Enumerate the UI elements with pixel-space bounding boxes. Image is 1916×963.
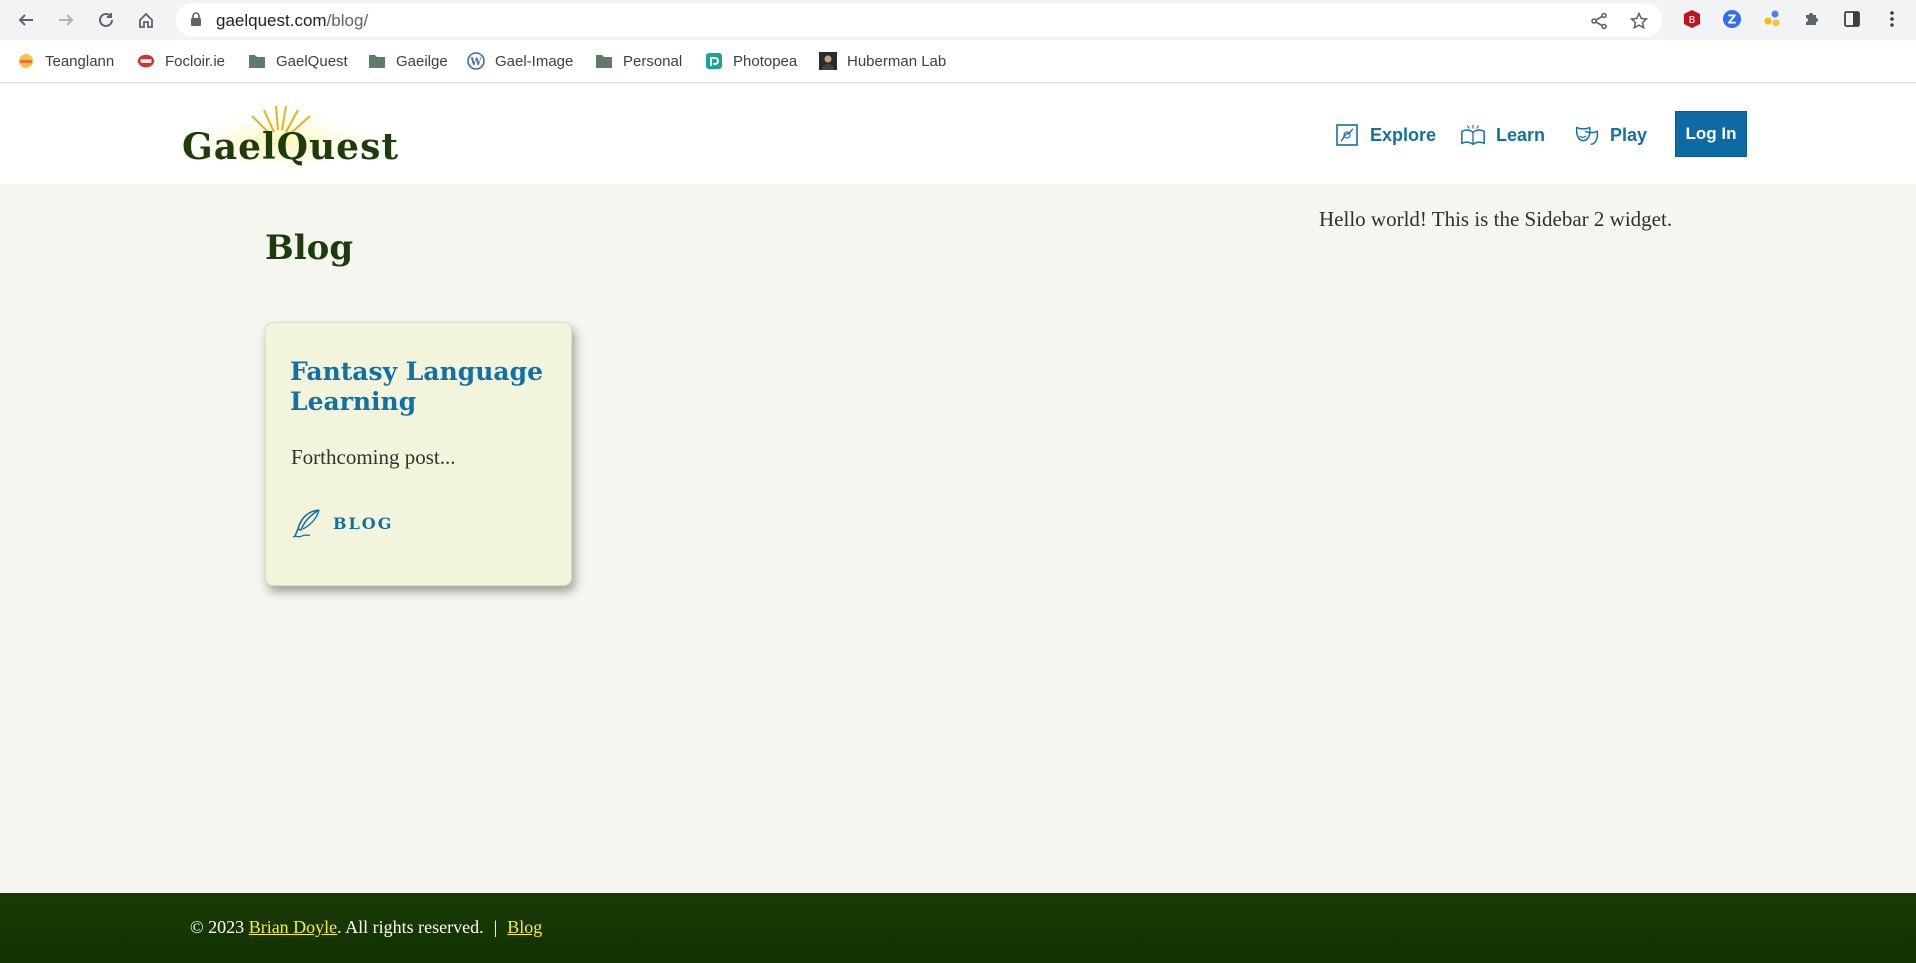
extension-red-shield-icon[interactable]: B: [1681, 8, 1703, 30]
bookmark-personal[interactable]: Personal: [595, 50, 682, 72]
nav-learn[interactable]: Learn: [1460, 120, 1545, 150]
reload-icon[interactable]: [92, 6, 120, 34]
post-category-link[interactable]: BLOG: [291, 507, 393, 539]
logo-wordmark: GaelQuest: [182, 126, 399, 168]
share-icon[interactable]: [1589, 11, 1609, 31]
bookmark-label: Huberman Lab: [847, 52, 947, 70]
site-logo[interactable]: GaelQuest: [178, 102, 398, 168]
svg-text:B: B: [1689, 15, 1696, 26]
kebab-menu-icon[interactable]: [1881, 8, 1903, 30]
post-excerpt: Forthcoming post...: [291, 445, 456, 469]
browser-toolbar: gaelquest.com/blog/ B Z: [0, 0, 1916, 40]
nav-explore[interactable]: Explore: [1334, 120, 1436, 150]
bookmark-gael-image[interactable]: W Gael-Image: [467, 50, 573, 72]
page-title: Blog: [265, 228, 354, 268]
rights-text: . All rights reserved.: [337, 917, 484, 937]
open-book-icon: [1460, 122, 1486, 148]
address-bar[interactable]: gaelquest.com/blog/: [176, 3, 1662, 37]
forward-icon[interactable]: [52, 6, 80, 34]
site-header: GaelQuest Explore Learn Play Log In: [0, 84, 1916, 184]
extension-dots-icon[interactable]: [1761, 8, 1783, 30]
bookmark-star-icon[interactable]: [1629, 11, 1649, 31]
bookmark-label: Personal: [623, 52, 683, 70]
folder-icon: [368, 52, 386, 70]
bookmark-label: Teanglann: [45, 52, 115, 70]
folder-icon: [248, 52, 266, 70]
post-card[interactable]: Fantasy Language Learning Forthcoming po…: [265, 322, 572, 586]
bookmark-label: Photopea: [733, 52, 798, 70]
bookmark-focloir[interactable]: Focloir.ie: [137, 50, 225, 72]
bookmark-gaelquest[interactable]: GaelQuest: [248, 50, 348, 72]
nav-play[interactable]: Play: [1574, 120, 1647, 150]
quill-feather-icon: [291, 507, 323, 539]
category-label: BLOG: [333, 513, 394, 533]
site-footer: © 2023 Brian Doyle. All rights reserved.…: [0, 893, 1916, 963]
theater-masks-icon: [1574, 122, 1600, 148]
sidebar-widget-text: Hello world! This is the Sidebar 2 widge…: [1319, 207, 1673, 231]
url-host: gaelquest.com: [216, 11, 327, 30]
bookmark-teanglann[interactable]: Teanglann: [17, 50, 114, 72]
bookmark-label: Gael-Image: [495, 52, 574, 70]
focloir-icon: [137, 52, 155, 70]
bookmarks-bar: Teanglann Focloir.ie GaelQuest Gaeilge W…: [0, 40, 1916, 83]
folder-icon: [595, 52, 613, 70]
copyright-prefix: © 2023: [190, 917, 245, 937]
footer-blog-link[interactable]: Blog: [507, 917, 542, 938]
url-path: /blog/: [326, 11, 369, 30]
extension-zoom-icon[interactable]: Z: [1721, 8, 1743, 30]
author-link[interactable]: Brian Doyle: [249, 917, 337, 938]
bookmark-huberman-lab[interactable]: Huberman Lab: [819, 50, 946, 72]
bookmark-gaeilge[interactable]: Gaeilge: [368, 50, 448, 72]
svg-text:Z: Z: [1728, 13, 1737, 27]
lock-icon: [190, 12, 202, 31]
teanglann-icon: [17, 52, 35, 70]
bookmark-label: GaelQuest: [276, 52, 348, 70]
photopea-icon: [705, 52, 723, 70]
footer-text: © 2023 Brian Doyle. All rights reserved.…: [190, 917, 542, 938]
bookmark-label: Focloir.ie: [165, 52, 226, 70]
bookmark-photopea[interactable]: Photopea: [705, 50, 797, 72]
url-text: gaelquest.com/blog/: [216, 11, 368, 31]
back-icon[interactable]: [12, 6, 40, 34]
side-panel-icon[interactable]: [1841, 8, 1863, 30]
home-icon[interactable]: [132, 6, 160, 34]
footer-separator: |: [493, 917, 498, 937]
nav-label: Explore: [1370, 124, 1437, 145]
nav-label: Learn: [1496, 124, 1546, 145]
svg-text:W: W: [469, 57, 482, 68]
huberman-avatar-icon: [819, 52, 837, 70]
extensions-puzzle-icon[interactable]: [1801, 8, 1823, 30]
map-icon: [1334, 122, 1360, 148]
nav-label: Play: [1610, 124, 1648, 145]
login-button[interactable]: Log In: [1675, 111, 1747, 157]
bookmark-label: Gaeilge: [396, 52, 448, 70]
wordpress-icon: W: [467, 52, 485, 70]
post-title-link[interactable]: Fantasy Language Learning: [290, 357, 560, 417]
